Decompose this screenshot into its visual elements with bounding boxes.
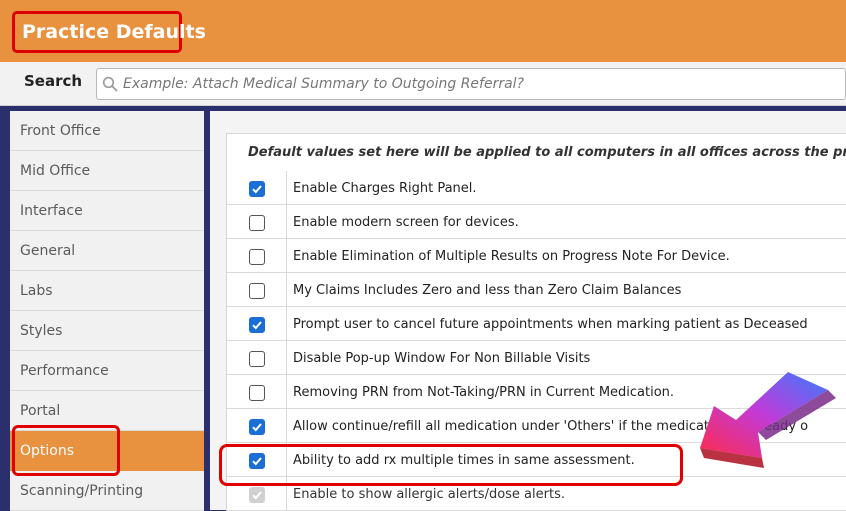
- option-row: Enable Elimination of Multiple Results o…: [226, 239, 846, 273]
- header-bar: Practice Defaults: [0, 0, 846, 62]
- checkbox[interactable]: [249, 419, 265, 435]
- search-label: Search: [24, 72, 83, 90]
- sidebar-item-scanning-printing[interactable]: Scanning/Printing: [10, 471, 204, 511]
- checkbox[interactable]: [249, 249, 265, 265]
- checkbox[interactable]: [249, 283, 265, 299]
- checkbox[interactable]: [249, 351, 265, 367]
- option-label: Disable Pop-up Window For Non Billable V…: [293, 350, 591, 366]
- option-label: Enable modern screen for devices.: [293, 214, 519, 230]
- checkbox[interactable]: [249, 385, 265, 401]
- sidebar-item-interface[interactable]: Interface: [10, 191, 204, 231]
- check-icon: [252, 321, 262, 330]
- checkbox[interactable]: [249, 181, 265, 197]
- option-row: My Claims Includes Zero and less than Ze…: [226, 273, 846, 307]
- page-title: Practice Defaults: [12, 11, 206, 53]
- checkbox[interactable]: [249, 215, 265, 231]
- sidebar-item-styles[interactable]: Styles: [10, 311, 204, 351]
- checkbox[interactable]: [249, 317, 265, 333]
- option-label: Enable Elimination of Multiple Results o…: [293, 248, 730, 264]
- checkbox[interactable]: [249, 487, 265, 503]
- option-row: Enable modern screen for devices.: [226, 205, 846, 239]
- option-label: Prompt user to cancel future appointment…: [293, 316, 808, 332]
- sidebar-item-general[interactable]: General: [10, 231, 204, 271]
- check-icon: [252, 491, 262, 500]
- arrow-icon: [700, 372, 836, 468]
- annotation-highlight-row: [219, 444, 683, 486]
- sidebar-item-labs[interactable]: Labs: [10, 271, 204, 311]
- search-input[interactable]: [123, 69, 823, 99]
- check-icon: [252, 185, 262, 194]
- annotation-highlight-options: [12, 425, 120, 476]
- sidebar-item-mid-office[interactable]: Mid Office: [10, 151, 204, 191]
- sidebar-item-front-office[interactable]: Front Office: [10, 111, 204, 151]
- option-row: Prompt user to cancel future appointment…: [226, 307, 846, 341]
- check-icon: [252, 423, 262, 432]
- sidebar-item-performance[interactable]: Performance: [10, 351, 204, 391]
- search-field[interactable]: [96, 68, 846, 100]
- option-row: Enable Charges Right Panel.: [226, 171, 846, 205]
- option-label: Removing PRN from Not-Taking/PRN in Curr…: [293, 384, 675, 400]
- defaults-note: Default values set here will be applied …: [226, 133, 846, 171]
- option-label: Enable Charges Right Panel.: [293, 180, 477, 196]
- search-icon: [102, 76, 118, 92]
- option-label: My Claims Includes Zero and less than Ze…: [293, 282, 682, 298]
